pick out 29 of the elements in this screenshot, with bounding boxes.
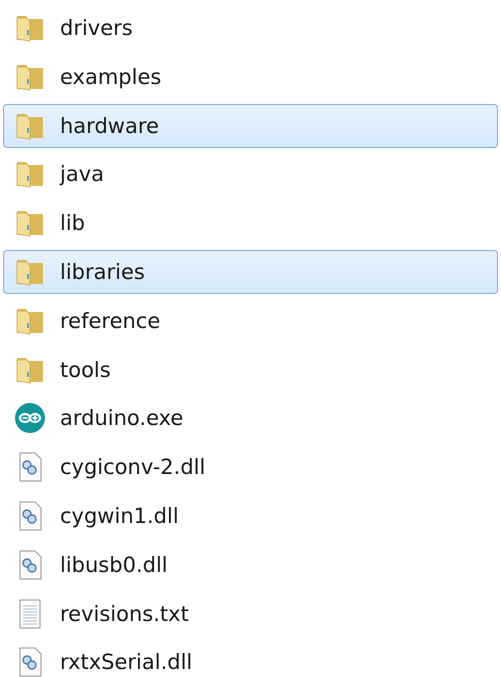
file-name: rxtxSerial.dll — [60, 650, 192, 674]
file-item[interactable]: revisions.txt — [3, 592, 498, 636]
file-name: java — [60, 162, 104, 186]
file-name: arduino.exe — [60, 406, 184, 430]
file-name: hardware — [60, 114, 159, 138]
file-name: revisions.txt — [60, 602, 189, 626]
file-item[interactable]: cygiconv-2.dll — [3, 445, 498, 490]
file-item[interactable]: libraries — [3, 250, 498, 294]
file-item[interactable]: arduino.exe — [3, 396, 498, 440]
file-item[interactable]: rxtxSerial.dll — [3, 640, 498, 677]
file-name: libusb0.dll — [60, 552, 168, 577]
infinity-logo-icon — [14, 402, 46, 434]
file-item[interactable]: drivers — [3, 6, 498, 50]
file-name: cygiconv-2.dll — [60, 455, 206, 480]
file-item[interactable]: libusb0.dll — [3, 542, 498, 587]
file-name: tools — [60, 358, 111, 382]
file-name: libraries — [60, 260, 145, 284]
file-item[interactable]: java — [3, 152, 498, 196]
file-name: drivers — [60, 16, 133, 40]
file-item[interactable]: examples — [3, 54, 498, 99]
file-item[interactable]: reference — [3, 298, 498, 343]
file-name: reference — [60, 308, 160, 333]
file-item[interactable]: hardware — [3, 104, 498, 148]
file-name: lib — [60, 211, 85, 236]
file-name: examples — [60, 64, 162, 89]
file-item[interactable]: lib — [3, 201, 498, 246]
file-name: cygwin1.dll — [60, 504, 179, 528]
file-item[interactable]: cygwin1.dll — [3, 494, 498, 538]
file-item[interactable]: tools — [3, 348, 498, 392]
